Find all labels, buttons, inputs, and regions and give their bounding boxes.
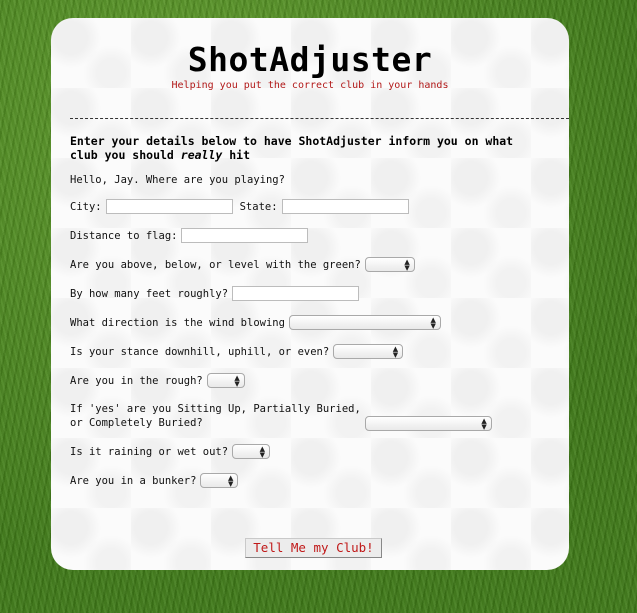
wind-row: What direction is the wind blowing ▲ ▼ — [70, 315, 441, 330]
updown-arrows-icon: ▲ ▼ — [228, 474, 234, 488]
distance-input[interactable] — [181, 228, 309, 243]
updown-arrows-icon: ▲ ▼ — [430, 316, 436, 330]
wind-select[interactable]: ▲ ▼ — [288, 315, 441, 330]
city-input[interactable] — [105, 199, 233, 214]
app-subtitle: Helping you put the correct club in your… — [171, 80, 449, 91]
updown-arrows-icon: ▲ ▼ — [392, 345, 399, 359]
updown-arrows-icon: ▲ ▼ — [404, 258, 410, 272]
intro-line-2-prefix: club you should — [70, 148, 181, 162]
lie-row: If 'yes' are you Sitting Up, Partially B… — [70, 402, 492, 431]
rain-label: Is it raining or wet out? — [70, 445, 229, 458]
lie-select[interactable]: ▲ ▼ — [364, 416, 492, 431]
submit-button[interactable]: Tell Me my Club! — [245, 538, 382, 558]
bunker-select[interactable]: ▲ ▼ — [200, 473, 239, 488]
stance-row: Is your stance downhill, uphill, or even… — [70, 344, 404, 359]
feet-row: By how many feet roughly? — [70, 286, 360, 301]
feet-label: By how many feet roughly? — [70, 287, 229, 300]
wind-label: What direction is the wind blowing — [70, 316, 285, 329]
rough-row: Are you in the rough? ▲ ▼ — [70, 373, 245, 388]
feet-input[interactable] — [232, 286, 360, 301]
app-title: ShotAdjuster — [187, 40, 433, 79]
lie-label: If 'yes' are you Sitting Up, Partially B… — [70, 402, 361, 430]
elevation-label: Are you above, below, or level with the … — [70, 258, 361, 271]
main-card: ShotAdjuster Helping you put the correct… — [51, 18, 569, 570]
elevation-row: Are you above, below, or level with the … — [70, 257, 415, 272]
city-label: City: — [70, 200, 102, 213]
updown-arrows-icon: ▲ ▼ — [234, 374, 240, 388]
greeting-text: Hello, Jay. Where are you playing? — [70, 174, 285, 186]
rough-select[interactable]: ▲ ▼ — [206, 373, 245, 388]
intro-line-2-suffix: hit — [222, 148, 251, 162]
stance-select[interactable]: ▲ ▼ — [333, 344, 404, 359]
updown-arrows-icon: ▲ ▼ — [259, 445, 266, 459]
elevation-select[interactable]: ▲ ▼ — [364, 257, 415, 272]
lie-label-line-1: If 'yes' are you Sitting Up, Partially B… — [70, 403, 361, 415]
intro-line-1: Enter your details below to have ShotAdj… — [70, 134, 514, 148]
divider — [70, 118, 569, 119]
bunker-row: Are you in a bunker? ▲ ▼ — [70, 473, 239, 488]
state-input[interactable] — [281, 199, 409, 214]
distance-row: Distance to flag: — [70, 228, 309, 243]
updown-arrows-icon: ▲ ▼ — [481, 417, 487, 431]
greeting-row: Hello, Jay. Where are you playing? — [70, 174, 285, 186]
intro-text: Enter your details below to have ShotAdj… — [70, 134, 560, 162]
bunker-label: Are you in a bunker? — [70, 474, 197, 487]
state-label: State: — [239, 200, 278, 213]
location-row: City: State: — [70, 199, 409, 214]
rain-select[interactable]: ▲ ▼ — [232, 444, 271, 459]
intro-line-2: club you should really hit — [70, 148, 560, 162]
lie-label-line-2: or Completely Buried? — [70, 417, 203, 429]
intro-emphasis: really — [180, 148, 223, 162]
distance-label: Distance to flag: — [70, 229, 178, 242]
stance-label: Is your stance downhill, uphill, or even… — [70, 345, 330, 358]
rough-label: Are you in the rough? — [70, 374, 203, 387]
rain-row: Is it raining or wet out? ▲ ▼ — [70, 444, 271, 459]
